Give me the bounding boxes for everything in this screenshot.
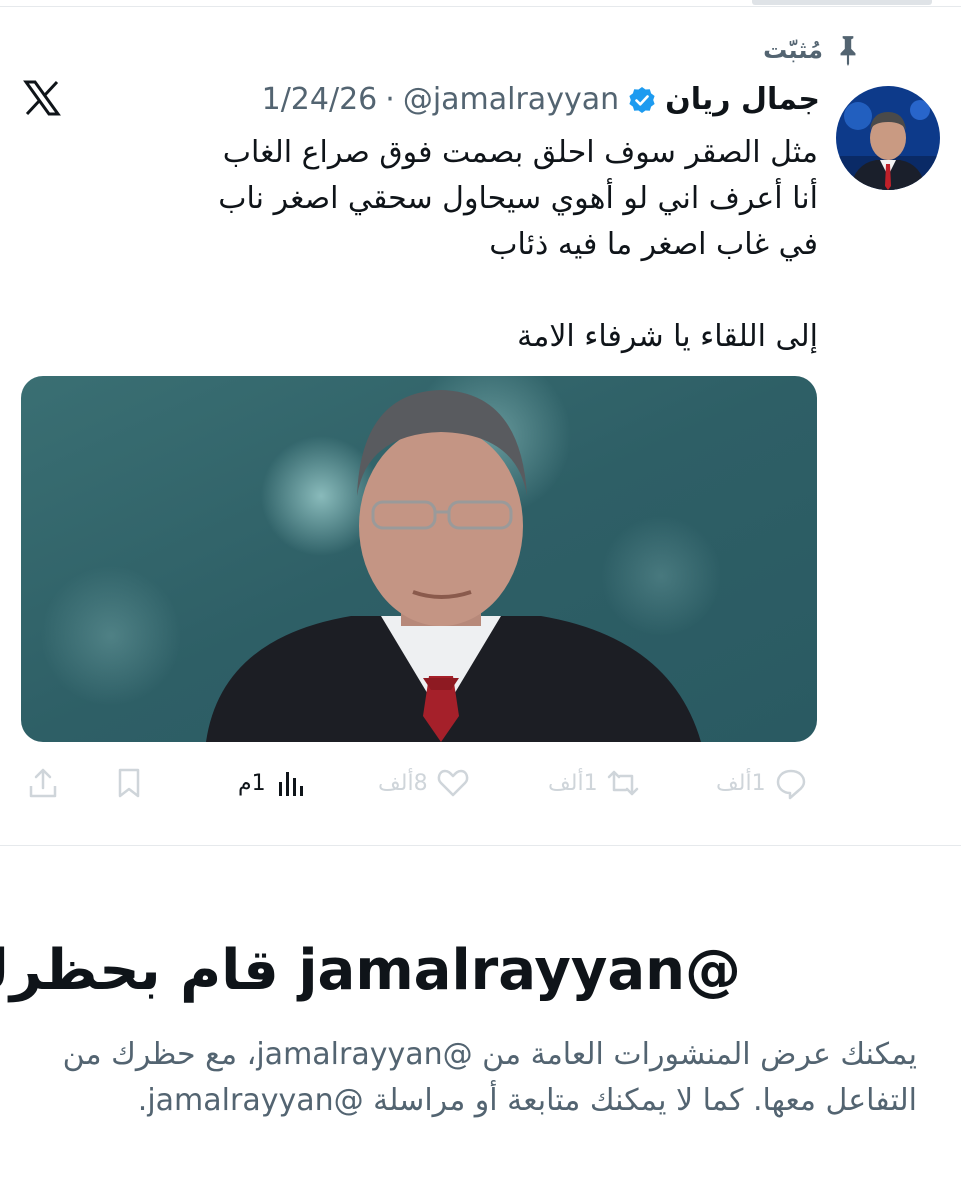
tweet-line: مثل الصقر سوف احلق بصمت فوق صراع الغاب (222, 135, 818, 170)
tweet-line: أنا أعرف اني لو أهوي سيحاول سحقي اصغر نا… (218, 181, 818, 216)
top-border (0, 6, 961, 7)
repost-icon (607, 770, 638, 796)
tweet-text: مثل الصقر سوف احلق بصمت فوق صراع الغاب أ… (138, 130, 818, 360)
reply-count: 1ألف (716, 770, 766, 796)
pinned-indicator: مُثبّت (763, 34, 861, 66)
like-button[interactable]: 8ألف (378, 760, 470, 806)
tweet-date[interactable]: 1/24/26 (262, 82, 378, 117)
tweet-header: جمال ريان @jamalrayyan · 1/24/26 (262, 82, 820, 117)
tweet-actions: 1ألف 1ألف 8ألف 1م (0, 760, 961, 806)
blocked-description: يمكنك عرض المنشورات العامة من @jamalrayy… (62, 1037, 917, 1118)
pinned-label: مُثبّت (763, 36, 823, 64)
repost-button[interactable]: 1ألف (548, 760, 640, 806)
bookmark-icon (118, 768, 140, 798)
blocked-title: @jamalrayyan قام بحظرك (0, 938, 741, 1003)
handle[interactable]: @jamalrayyan (403, 82, 619, 117)
share-icon (29, 768, 57, 798)
heart-icon (437, 769, 468, 797)
analytics-icon (278, 772, 303, 796)
share-button[interactable] (26, 760, 60, 806)
tweet-line: في غاب اصغر ما فيه ذئاب (489, 227, 818, 262)
reply-icon (776, 769, 805, 800)
verified-badge-icon (629, 86, 655, 113)
display-name[interactable]: جمال ريان (665, 82, 820, 117)
repost-count: 1ألف (548, 770, 598, 796)
divider (0, 845, 961, 846)
views-button[interactable]: 1م (238, 760, 308, 806)
bookmark-button[interactable] (112, 760, 146, 806)
separator: · (385, 82, 395, 117)
scroll-indicator (752, 0, 932, 5)
x-logo-icon[interactable] (22, 78, 62, 118)
views-count: 1م (238, 770, 266, 796)
avatar[interactable] (836, 86, 940, 190)
tweet-media-image[interactable] (21, 376, 817, 742)
pin-icon (840, 36, 856, 66)
tweet-line: إلى اللقاء يا شرفاء الامة (517, 319, 818, 354)
reply-button[interactable]: 1ألف (716, 760, 808, 806)
like-count: 8ألف (378, 770, 428, 796)
